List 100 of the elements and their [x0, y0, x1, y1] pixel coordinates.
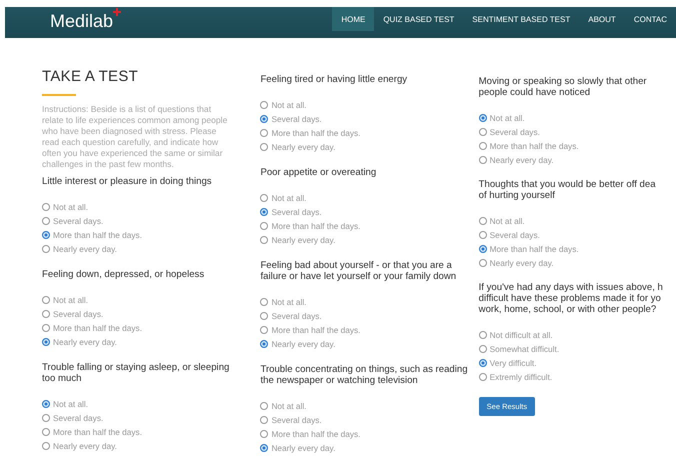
option-label: Several days. [53, 309, 104, 319]
option-label: More than half the days. [490, 141, 579, 151]
option-label: Nearly every day. [490, 155, 554, 165]
option-label: Not difficult at all. [490, 330, 553, 340]
option-label: Not at all. [490, 113, 525, 123]
instructions-text: Instructions: Beside is a list of questions that relate to life experiences common among people who have been diagnosed with stress. Please read each question carefully, and indicate how often you have experienced the same or similar challenges in the past few months. [42, 104, 228, 170]
option-label: Not at all. [53, 202, 88, 212]
radio-button[interactable] [478, 231, 487, 239]
page-title: TAKE A TEST [42, 68, 140, 85]
radio-button[interactable] [478, 217, 487, 225]
title-underline [42, 94, 76, 96]
radio-button[interactable] [260, 129, 268, 137]
radio-button[interactable] [260, 326, 268, 334]
radio-button[interactable] [42, 245, 50, 253]
radio-button[interactable] [260, 312, 268, 320]
option-label: Several days. [271, 207, 322, 217]
question-text: Moving or speaking so slowly that other people could have noticed [478, 76, 648, 98]
option-label: Not at all. [53, 399, 88, 409]
option-label: Not at all. [490, 216, 525, 226]
option-label: Several days. [490, 127, 540, 137]
plus-icon [113, 8, 122, 16]
radio-button[interactable] [42, 310, 50, 318]
option-label: More than half the days. [271, 429, 360, 439]
option-label: Several days. [53, 216, 104, 226]
option-label: Several days. [53, 413, 104, 423]
radio-button[interactable] [260, 222, 268, 230]
radio-button[interactable] [42, 203, 50, 211]
option-label: Several days. [271, 415, 322, 425]
radio-button[interactable] [478, 156, 487, 164]
option-label: Several days. [271, 311, 322, 321]
nav-link[interactable]: ABOUT [579, 7, 625, 31]
radio-button[interactable] [260, 298, 268, 306]
radio-button[interactable] [478, 245, 487, 253]
nav-link[interactable]: QUIZ BASED TEST [374, 7, 464, 31]
radio-button[interactable] [42, 217, 50, 225]
radio-button[interactable] [478, 142, 487, 150]
nav-link[interactable]: SENTIMENT BASED TEST [463, 7, 580, 31]
option-label: More than half the days. [53, 427, 142, 437]
option-label: Several days. [490, 230, 540, 240]
radio-button[interactable] [42, 231, 50, 239]
radio-button[interactable] [260, 444, 268, 452]
radio-button[interactable] [42, 324, 50, 332]
question-text: If you've had any days with issues above, h difficult have these problems made it for yo work, home, school, or with other people? [478, 282, 664, 315]
radio-button[interactable] [42, 296, 50, 304]
question-text: Trouble concentrating on things, such as reading the newspaper or watching television [260, 364, 469, 386]
question-text: Feeling tired or having little energy [260, 74, 408, 85]
radio-button[interactable] [260, 208, 268, 216]
question-text: Poor appetite or overeating [260, 167, 378, 178]
option-label: More than half the days. [53, 230, 142, 240]
option-label: More than half the days. [271, 221, 360, 231]
option-label: Nearly every day. [271, 235, 336, 245]
option-label: More than half the days. [271, 325, 360, 335]
option-label: Not at all. [271, 193, 306, 203]
question-text: Feeling bad about yourself - or that you are a failure or have let yourself or your family down [260, 260, 458, 282]
option-label: Not at all. [271, 100, 306, 110]
radio-button[interactable] [260, 236, 268, 244]
option-label: Very difficult. [490, 358, 537, 368]
radio-button[interactable] [42, 400, 50, 408]
radio-button[interactable] [42, 338, 50, 346]
radio-button[interactable] [260, 416, 268, 424]
question-text: Trouble falling or staying asleep, or sleeping too much [42, 362, 230, 384]
option-label: Several days. [271, 114, 322, 124]
radio-button[interactable] [42, 428, 50, 436]
option-label: Nearly every day. [271, 142, 336, 152]
option-label: Not at all. [271, 401, 306, 411]
radio-button[interactable] [260, 340, 268, 348]
radio-button[interactable] [478, 259, 487, 267]
option-label: Not at all. [53, 295, 88, 305]
option-label: Nearly every day. [53, 441, 117, 451]
radio-button[interactable] [260, 430, 268, 438]
question-text: Thoughts that you would be better off dea of hurting yourself [478, 179, 657, 201]
radio-button[interactable] [260, 143, 268, 151]
option-label: More than half the days. [490, 244, 579, 254]
radio-button[interactable] [260, 101, 268, 109]
radio-button[interactable] [260, 115, 268, 123]
radio-button[interactable] [478, 128, 487, 136]
option-label: Nearly every day. [53, 244, 117, 254]
radio-button[interactable] [42, 442, 50, 450]
radio-button[interactable] [260, 402, 268, 410]
logo-text[interactable]: Medilab [50, 9, 114, 33]
option-label: Somewhat difficult. [490, 344, 560, 354]
question-text: Feeling down, depressed, or hopeless [42, 269, 206, 280]
option-label: Nearly every day. [271, 339, 336, 349]
nav-link[interactable]: HOME [332, 7, 374, 31]
option-label: Not at all. [271, 297, 306, 307]
option-label: Nearly every day. [53, 337, 117, 347]
radio-button[interactable] [478, 359, 487, 367]
option-label: Nearly every day. [271, 443, 336, 453]
radio-button[interactable] [478, 373, 487, 381]
nav-link[interactable]: CONTAC [624, 7, 676, 31]
radio-button[interactable] [478, 345, 487, 353]
option-label: Extremly difficult. [490, 372, 552, 382]
option-label: More than half the days. [53, 323, 142, 333]
option-label: More than half the days. [271, 128, 360, 138]
radio-button[interactable] [42, 414, 50, 422]
question-text: Little interest or pleasure in doing things [42, 176, 213, 187]
option-label: Nearly every day. [490, 258, 554, 268]
radio-button[interactable] [478, 331, 487, 339]
radio-button[interactable] [478, 114, 487, 122]
radio-button[interactable] [260, 194, 268, 202]
